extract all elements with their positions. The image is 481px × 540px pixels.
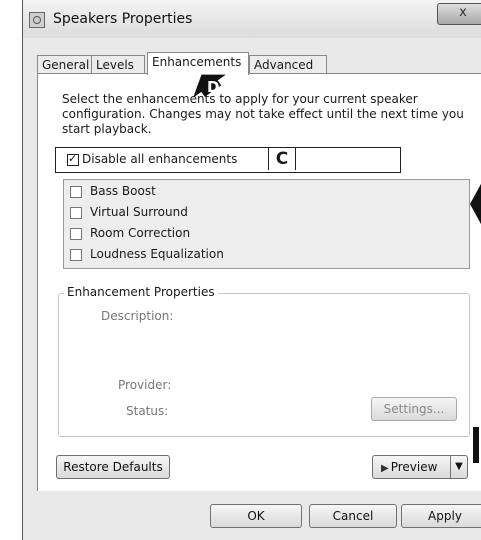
preview-split-button[interactable]: ▶ Preview ▼ bbox=[372, 455, 468, 479]
enhancements-list: Bass Boost Virtual Surround Room Correct… bbox=[63, 179, 470, 269]
settings-button[interactable]: Settings... bbox=[371, 397, 457, 421]
window-title: Speakers Properties bbox=[53, 11, 193, 27]
annotation-marker-bar bbox=[473, 427, 479, 463]
close-button[interactable]: x bbox=[437, 3, 481, 25]
provider-label: Provider: bbox=[118, 378, 172, 392]
enhancements-panel: Select the enhancements to apply for you… bbox=[37, 73, 481, 493]
disable-all-label[interactable]: Disable all enhancements bbox=[82, 152, 237, 166]
speakers-properties-window: Speakers Properties x General Levels Enh… bbox=[22, 0, 481, 540]
ok-button[interactable]: OK bbox=[210, 504, 302, 528]
annotation-arrow-d: D bbox=[193, 74, 226, 98]
disable-all-checkbox[interactable] bbox=[67, 152, 79, 166]
bass-boost-checkbox[interactable] bbox=[70, 186, 82, 198]
virtual-surround-label: Virtual Surround bbox=[90, 205, 188, 219]
loudness-equalization-label: Loudness Equalization bbox=[90, 247, 224, 261]
virtual-surround-checkbox[interactable] bbox=[70, 207, 82, 219]
speaker-properties-icon bbox=[29, 12, 45, 28]
bass-boost-label: Bass Boost bbox=[90, 184, 156, 198]
annotation-pointer-arrow bbox=[470, 183, 481, 225]
apply-button[interactable]: Apply bbox=[401, 504, 481, 528]
chevron-down-icon[interactable]: ▼ bbox=[450, 456, 467, 478]
loudness-equalization-checkbox[interactable] bbox=[70, 249, 82, 261]
disable-all-row: Disable all enhancements C bbox=[55, 147, 401, 173]
enhancement-properties-group: Enhancement Properties Description: Prov… bbox=[58, 285, 470, 437]
enhancement-properties-legend: Enhancement Properties bbox=[64, 285, 218, 299]
tab-levels[interactable]: Levels bbox=[91, 55, 145, 74]
cancel-button[interactable]: Cancel bbox=[309, 504, 397, 528]
preview-button-label: Preview bbox=[390, 460, 438, 474]
play-triangle-icon: ▶ bbox=[381, 463, 389, 474]
title-bar[interactable]: Speakers Properties x bbox=[23, 0, 481, 38]
room-correction-checkbox[interactable] bbox=[70, 228, 82, 240]
tab-advanced[interactable]: Advanced bbox=[249, 55, 327, 74]
restore-defaults-button[interactable]: Restore Defaults bbox=[56, 455, 170, 479]
tab-general[interactable]: General bbox=[37, 55, 94, 74]
status-label: Status: bbox=[126, 404, 169, 418]
annotation-label-c: C bbox=[268, 148, 296, 170]
dialog-button-bar: OK Cancel Apply bbox=[23, 491, 481, 540]
room-correction-label: Room Correction bbox=[90, 226, 191, 240]
annotation-label-d: D bbox=[207, 78, 219, 96]
description-label: Description: bbox=[101, 309, 174, 323]
enhancements-intro-text: Select the enhancements to apply for you… bbox=[62, 92, 464, 136]
